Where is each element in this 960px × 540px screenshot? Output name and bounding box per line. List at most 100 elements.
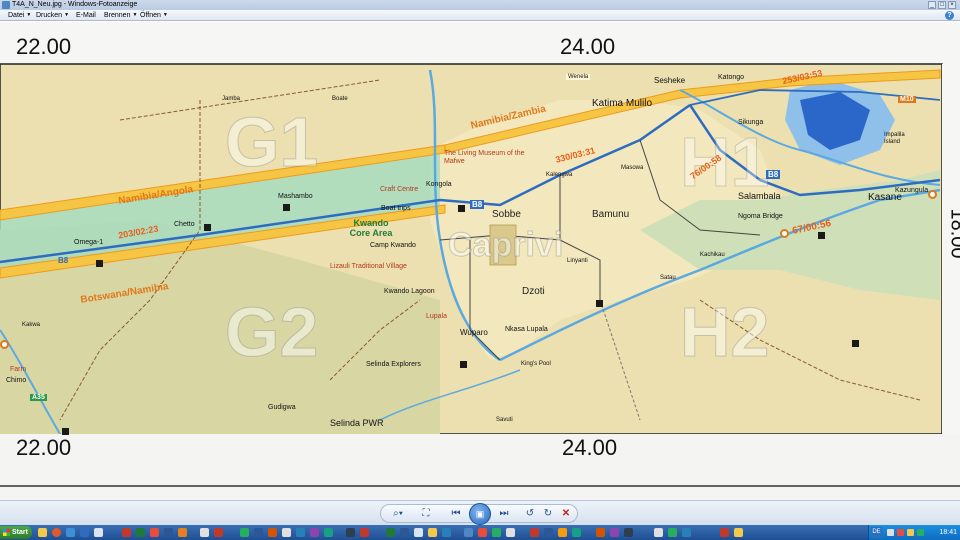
place-farm: Farm: [10, 366, 27, 373]
previous-icon[interactable]: ⏮: [449, 507, 463, 521]
menu-drucken[interactable]: Drucken ▼: [36, 10, 69, 21]
photo-viewer-icon[interactable]: [464, 528, 473, 537]
app-icon[interactable]: [254, 528, 263, 537]
next-icon[interactable]: ⏭: [497, 507, 511, 521]
clock[interactable]: 18:41: [939, 525, 957, 540]
app-icon[interactable]: [654, 528, 663, 537]
app-icon[interactable]: [400, 528, 409, 537]
town-marker-icon: [0, 340, 9, 349]
volume-icon[interactable]: [907, 529, 914, 536]
place-lupala: Lupala: [426, 313, 448, 320]
browser-icon[interactable]: [52, 528, 61, 537]
app-icon[interactable]: [360, 528, 369, 537]
app-icon[interactable]: [310, 528, 319, 537]
excel-icon[interactable]: [136, 528, 145, 537]
app-icon[interactable]: [668, 528, 677, 537]
title-bar: T4A_N_Neu.jpg - Windows-Fotoanzeige _ □ …: [0, 0, 960, 10]
app-icon[interactable]: [610, 528, 619, 537]
app-icon[interactable]: [572, 528, 581, 537]
app-icon[interactable]: [544, 528, 553, 537]
coord-right: 18.00: [946, 208, 960, 259]
chevron-down-icon: ▼: [132, 12, 138, 18]
place-kazungula: Kazungula: [895, 187, 929, 194]
place-kachikau: Kachikau: [700, 252, 725, 258]
app-icon[interactable]: [324, 528, 333, 537]
coord-top-left: 22.00: [16, 34, 72, 59]
maximize-button[interactable]: □: [938, 1, 946, 9]
rotate-ccw-icon[interactable]: ↺: [523, 507, 537, 521]
app-icon[interactable]: [94, 528, 103, 537]
map-marker-icon: [596, 300, 603, 307]
slideshow-icon[interactable]: ▣: [469, 503, 491, 525]
rotate-cw-icon[interactable]: ↻: [541, 507, 555, 521]
place-boat-trips: Boat trips: [381, 205, 411, 212]
app-icon[interactable]: [720, 528, 729, 537]
map-marker-icon: [852, 340, 859, 347]
language-indicator[interactable]: DE: [871, 527, 882, 538]
menu-email[interactable]: E-Mail: [76, 10, 96, 21]
menu-datei[interactable]: Datei ▼: [8, 10, 31, 21]
place-dzoti: Dzoti: [522, 286, 545, 297]
app-icon[interactable]: [492, 528, 501, 537]
app-icon[interactable]: [122, 528, 131, 537]
app-icon[interactable]: [478, 528, 487, 537]
app-icon[interactable]: [80, 528, 89, 537]
app-icon[interactable]: [734, 528, 743, 537]
app-icon[interactable]: [386, 528, 395, 537]
taskbar: Start DE 18:41: [0, 525, 960, 540]
viewer-controls: ⌕▾ ⛶ ⏮ ▣ ⏭ ↺ ↻ ✕: [0, 500, 960, 525]
app-icon[interactable]: [624, 528, 633, 537]
grid-label-g1: G1: [224, 103, 319, 182]
app-icon[interactable]: [296, 528, 305, 537]
grid-label-h1: H1: [679, 123, 770, 202]
network-icon[interactable]: [887, 529, 894, 536]
place-jamba: Jamba: [222, 96, 241, 102]
app-icon[interactable]: [530, 528, 539, 537]
app-icon[interactable]: [150, 528, 159, 537]
app-icon[interactable]: [268, 528, 277, 537]
help-icon[interactable]: ?: [945, 11, 954, 20]
app-icon[interactable]: [414, 528, 423, 537]
tray-app-icon[interactable]: [917, 529, 924, 536]
minimize-button[interactable]: _: [928, 1, 936, 9]
place-chetto: Chetto: [174, 221, 195, 228]
zoom-icon[interactable]: ⌕▾: [389, 507, 407, 521]
start-button[interactable]: Start: [0, 526, 32, 539]
app-icon[interactable]: [682, 528, 691, 537]
place-linyanti: Linyanti: [567, 258, 588, 264]
menu-oeffnen-label: Öffnen: [140, 12, 161, 19]
place-chimo: Chimo: [6, 377, 27, 384]
app-icon[interactable]: [442, 528, 451, 537]
app-icon[interactable]: [428, 528, 437, 537]
app-icon[interactable]: [282, 528, 291, 537]
app-icon[interactable]: [558, 528, 567, 537]
photo-viewer-window: T4A_N_Neu.jpg - Windows-Fotoanzeige _ □ …: [0, 0, 960, 540]
image-viewport[interactable]: G1 G2 H2 H1 Caprivi 22.00 24.00 22.00 24…: [0, 22, 960, 500]
chevron-down-icon: ▼: [26, 12, 32, 18]
menu-brennen-label: Brennen: [104, 12, 131, 19]
word-icon[interactable]: [164, 528, 173, 537]
app-icon[interactable]: [178, 528, 187, 537]
app-icon[interactable]: [200, 528, 209, 537]
place-satau: Satau: [660, 275, 676, 281]
folder-icon[interactable]: [38, 528, 47, 537]
fit-icon[interactable]: ⛶: [419, 507, 433, 521]
route-code-b8-east: B8: [766, 170, 781, 179]
app-icon[interactable]: [596, 528, 605, 537]
delete-icon[interactable]: ✕: [559, 507, 573, 521]
menu-oeffnen[interactable]: Öffnen ▼: [140, 10, 168, 21]
close-button[interactable]: ×: [948, 1, 956, 9]
place-sikunga: Sikunga: [738, 119, 764, 126]
app-icon[interactable]: [506, 528, 515, 537]
app-icon[interactable]: [240, 528, 249, 537]
app-icon[interactable]: [66, 528, 75, 537]
place-mashambo: Mashambo: [278, 193, 313, 200]
tray-app-icon[interactable]: [897, 529, 904, 536]
app-icon[interactable]: [346, 528, 355, 537]
place-katima-mulilo: Katima Mulilo: [592, 98, 653, 109]
route-code-m10: M10: [898, 96, 916, 103]
place-selinda-explorers: Selinda Explorers: [366, 361, 421, 368]
control-group: ⌕▾ ⛶ ⏮ ▣ ⏭ ↺ ↻ ✕: [380, 503, 578, 525]
menu-brennen[interactable]: Brennen ▼: [104, 10, 137, 21]
app-icon[interactable]: [214, 528, 223, 537]
